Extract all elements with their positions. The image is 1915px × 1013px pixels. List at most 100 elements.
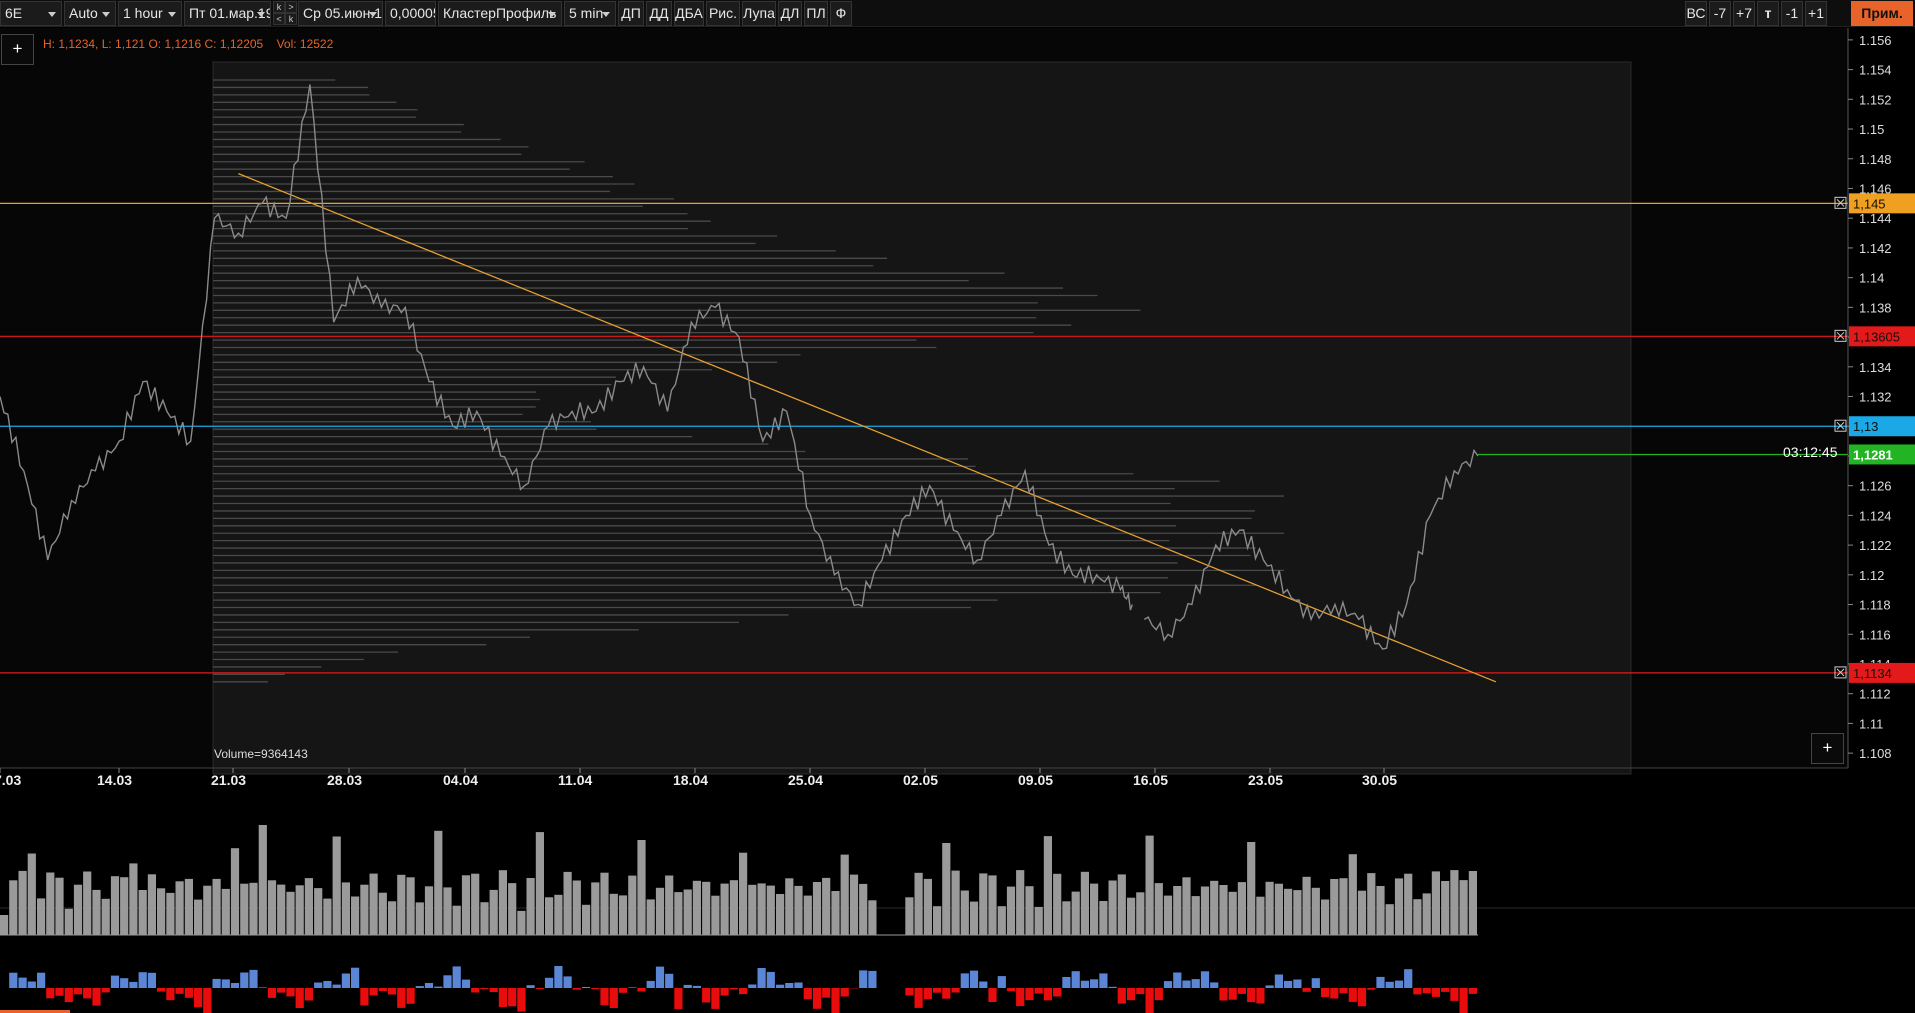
volume-bar [646, 899, 655, 935]
dp-button[interactable]: ДП [618, 1, 644, 26]
t-button[interactable]: т [1757, 1, 1779, 26]
date-to-picker[interactable]: Ср 05.июн.19 [298, 1, 383, 26]
tick-size-input[interactable]: 0,00005 [385, 1, 436, 26]
y-tick-label: 1.14 [1859, 271, 1884, 286]
volume-bar [369, 873, 378, 935]
price-chart[interactable]: 1.1561.1541.1521.151.1481.1461.1441.1421… [0, 28, 1915, 1013]
dl-button[interactable]: ДЛ [778, 1, 802, 26]
delta-bar [665, 973, 674, 988]
ohlc-close: C: 1,12205 [204, 37, 264, 51]
volume-bar [720, 883, 729, 935]
y-tick-label: 1.154 [1859, 63, 1892, 78]
chart-type-select[interactable]: КластерПрофиль [438, 1, 562, 26]
tiny-button-3[interactable]: < [273, 13, 285, 25]
add-indicator-button[interactable]: + [1, 34, 34, 65]
dd-button[interactable]: ДД [646, 1, 672, 26]
volume-bar [1256, 896, 1265, 935]
delta-bar [64, 988, 73, 1003]
delta-bar [1228, 988, 1237, 1000]
delta-bar [1071, 971, 1080, 988]
volume-bar [748, 884, 757, 935]
volume-bar [563, 871, 572, 935]
volume-bar [655, 887, 665, 935]
volume-bar [785, 878, 794, 935]
volume-bar [1422, 893, 1431, 935]
x-tick-label: 21.03 [211, 772, 246, 788]
delta-bar [295, 988, 304, 1008]
volume-bar [110, 876, 120, 935]
draw-button[interactable]: Рис. [706, 1, 740, 26]
delta-bar [1090, 979, 1099, 988]
dba-button[interactable]: ДБА [674, 1, 704, 26]
delta-bar [951, 988, 960, 993]
magnifier-button[interactable]: Лупа [742, 1, 776, 26]
tiny-button-2[interactable]: > [285, 1, 297, 13]
volume-bar [1302, 876, 1311, 935]
delta-bar [1200, 971, 1210, 988]
volume-bar [545, 897, 554, 935]
volume-bar [267, 880, 277, 935]
delta-bar [1330, 988, 1339, 999]
volume-bar [1108, 880, 1117, 935]
delta-bar [1302, 988, 1311, 992]
delta-bar [240, 972, 249, 988]
delta-bar [9, 972, 18, 988]
x-tick-label: 25.04 [788, 772, 823, 788]
volume-bar [803, 895, 812, 935]
minus-1-button[interactable]: -1 [1781, 1, 1803, 26]
apply-button[interactable]: Прим. [1851, 1, 1913, 26]
delta-bar [1154, 988, 1163, 1001]
vs-button[interactable]: ВС [1685, 1, 1707, 26]
delta-bar [1034, 988, 1043, 994]
ohlc-legend: H: 1,1234, L: 1,121 O: 1,1216 C: 1,12205… [43, 37, 334, 51]
volume-bar [1043, 836, 1052, 935]
delta-bar [969, 970, 979, 988]
y-tick-label: 1.148 [1859, 152, 1892, 167]
delta-bar [1256, 988, 1265, 1004]
plus-7-button[interactable]: +7 [1733, 1, 1755, 26]
volume-bar [175, 881, 184, 935]
date-from-picker[interactable]: Пт 01.мар.19 [184, 1, 271, 26]
delta-bar [572, 988, 581, 990]
delta-bar [600, 988, 609, 1006]
timeframe-select[interactable]: 1 hour [118, 1, 182, 26]
tiny-button-1[interactable]: k [273, 1, 285, 13]
level-price-label: 1,1134 [1853, 666, 1892, 681]
delta-bar [46, 988, 55, 999]
delta-bar [1080, 980, 1089, 988]
volume-bar [1330, 879, 1339, 935]
volume-bar [933, 906, 942, 935]
delta-bar [868, 970, 877, 988]
delta-bar [840, 988, 849, 997]
f-button[interactable]: Ф [830, 1, 852, 26]
scale-select[interactable]: Auto [64, 1, 116, 26]
plus-1-button[interactable]: +1 [1805, 1, 1827, 26]
x-tick-label: 7.03 [0, 772, 21, 788]
tiny-button-4[interactable]: k [285, 13, 297, 25]
delta-bar [498, 988, 507, 1007]
symbol-select[interactable]: 6E [0, 1, 62, 26]
volume-bar [397, 874, 406, 935]
pl-button[interactable]: ПЛ [804, 1, 828, 26]
volume-bar [1265, 881, 1274, 935]
delta-bar [1006, 988, 1016, 992]
delta-bar [37, 972, 46, 988]
delta-bar [1219, 988, 1228, 1001]
y-tick-label: 1.112 [1859, 687, 1891, 702]
delta-bar [831, 988, 840, 1013]
delta-bar [157, 988, 166, 992]
volume-bar [572, 880, 581, 935]
delta-bar [526, 985, 535, 988]
add-pane-button[interactable]: + [1811, 733, 1844, 764]
volume-bar [674, 892, 683, 935]
volume-bar [138, 890, 147, 935]
volume-bar [1376, 886, 1385, 935]
delta-bar [1376, 976, 1385, 988]
delta-bar [434, 986, 443, 988]
volume-bar [295, 885, 304, 935]
delta-bar [92, 988, 101, 1006]
delta-bar [175, 988, 184, 994]
cluster-period-select[interactable]: 5 min [564, 1, 616, 26]
minus-7-button[interactable]: -7 [1709, 1, 1731, 26]
volume-bar [1274, 883, 1283, 935]
